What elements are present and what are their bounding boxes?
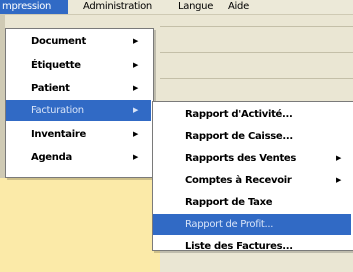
triangle-right-icon: ▶ xyxy=(133,130,139,138)
triangle-right-icon: ▶ xyxy=(336,176,342,184)
form-line xyxy=(160,26,353,27)
triangle-right-icon: ▶ xyxy=(133,153,139,161)
menu-item-label: Rapport de Caisse... xyxy=(185,131,293,142)
menu-item-etiquette[interactable]: Étiquette ▶ xyxy=(6,55,151,76)
menu-item-label: Agenda xyxy=(31,152,72,163)
menubar: mpression Administration Langue Aide xyxy=(0,0,353,15)
menu-item-liste-factures[interactable]: Liste des Factures... xyxy=(153,236,351,258)
menu-item-facturation[interactable]: Facturation ▶ xyxy=(6,100,151,121)
menu-item-rapport-caisse[interactable]: Rapport de Caisse... xyxy=(153,126,351,147)
triangle-right-icon: ▶ xyxy=(133,84,139,92)
menu-item-patient[interactable]: Patient ▶ xyxy=(6,78,151,99)
menu-item-label: Rapport de Profit... xyxy=(185,219,274,230)
menu-item-rapport-activite[interactable]: Rapport d'Activité... xyxy=(153,104,351,125)
background-form-lines xyxy=(160,14,353,104)
triangle-right-icon: ▶ xyxy=(133,106,139,114)
menu-item-rapports-ventes[interactable]: Rapports des Ventes ▶ xyxy=(153,148,351,169)
menu-aide[interactable]: Aide xyxy=(225,0,252,14)
form-line xyxy=(160,52,353,53)
yellow-panel xyxy=(0,178,160,272)
menu-item-comptes-recevoir[interactable]: Comptes à Recevoir ▶ xyxy=(153,170,351,191)
triangle-right-icon: ▶ xyxy=(133,61,139,69)
menu-item-label: Patient xyxy=(31,83,70,94)
triangle-right-icon: ▶ xyxy=(133,37,139,45)
menu-item-document[interactable]: Document ▶ xyxy=(6,31,151,52)
menu-item-label: Rapport d'Activité... xyxy=(185,109,293,120)
menu-item-label: Document xyxy=(31,36,86,47)
menu-item-inventaire[interactable]: Inventaire ▶ xyxy=(6,124,151,145)
menu-item-label: Inventaire xyxy=(31,129,86,140)
menu-item-label: Rapport de Taxe xyxy=(185,197,273,208)
impression-dropdown: Document ▶ Étiquette ▶ Patient ▶ Factura… xyxy=(5,28,154,178)
menu-item-label: Comptes à Recevoir xyxy=(185,175,292,186)
triangle-right-icon: ▶ xyxy=(336,154,342,162)
menu-administration[interactable]: Administration xyxy=(80,0,155,14)
menu-item-label: Facturation xyxy=(31,105,84,116)
menu-item-label: Étiquette xyxy=(31,60,81,71)
menu-impression[interactable]: mpression xyxy=(0,0,68,14)
menu-item-label: Liste des Factures... xyxy=(185,241,293,252)
menu-item-label: Rapports des Ventes xyxy=(185,153,297,164)
menu-item-rapport-taxe[interactable]: Rapport de Taxe xyxy=(153,192,351,213)
menu-item-agenda[interactable]: Agenda ▶ xyxy=(6,147,151,168)
facturation-submenu: Rapport d'Activité... Rapport de Caisse.… xyxy=(152,101,353,252)
menu-langue[interactable]: Langue xyxy=(175,0,216,14)
menu-item-rapport-profit[interactable]: Rapport de Profit... xyxy=(153,214,351,235)
form-line xyxy=(160,78,353,79)
